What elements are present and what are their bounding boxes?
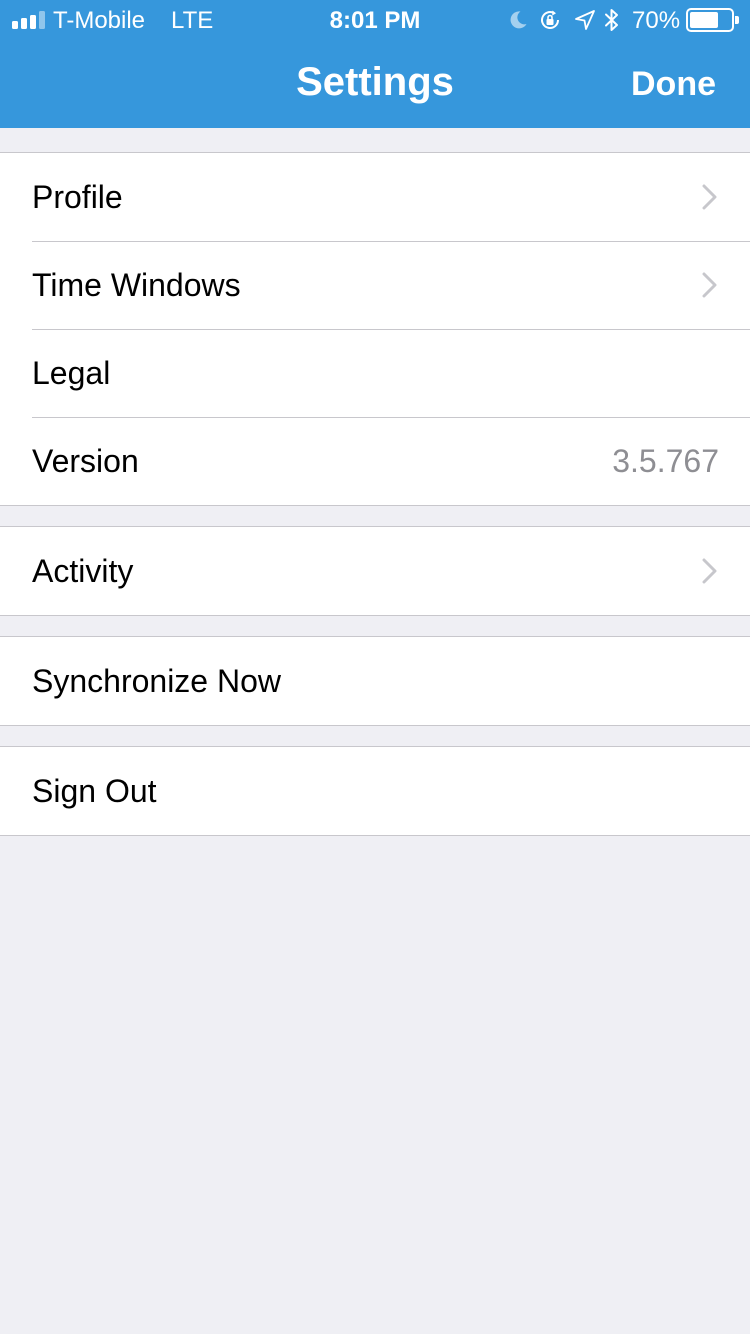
row-label: Time Windows — [32, 267, 241, 303]
synchronize-now-button[interactable]: Synchronize Now — [0, 637, 750, 725]
settings-row-version: Version 3.5.767 — [0, 417, 750, 505]
version-value: 3.5.767 — [612, 443, 719, 479]
chevron-right-icon — [702, 272, 717, 298]
navigation-bar: Settings Done — [0, 40, 750, 128]
row-label: Synchronize Now — [32, 663, 281, 699]
bluetooth-icon — [605, 9, 618, 31]
settings-row-legal[interactable]: Legal — [0, 329, 750, 417]
settings-group-sync: Synchronize Now — [0, 636, 750, 726]
settings-row-time-windows[interactable]: Time Windows — [0, 241, 750, 329]
location-icon — [575, 10, 595, 30]
status-bar: T-Mobile LTE 8:01 PM 70% — [0, 0, 750, 40]
battery-level-fill — [690, 12, 718, 28]
battery-icon — [686, 8, 740, 32]
row-label: Version — [32, 443, 139, 479]
chevron-right-icon — [702, 184, 717, 210]
row-label: Sign Out — [32, 773, 157, 809]
settings-group-activity: Activity — [0, 526, 750, 616]
settings-group-account: Sign Out — [0, 746, 750, 836]
battery-body — [686, 8, 734, 32]
sign-out-button[interactable]: Sign Out — [0, 747, 750, 835]
battery-tip — [735, 16, 739, 24]
settings-group-general: Profile Time Windows Legal Version 3.5.7… — [0, 152, 750, 506]
row-label: Profile — [32, 179, 123, 215]
row-label: Legal — [32, 355, 111, 391]
settings-row-activity[interactable]: Activity — [0, 527, 750, 615]
settings-screen: T-Mobile LTE 8:01 PM 70% Settings Done P… — [0, 0, 750, 1334]
row-label: Activity — [32, 553, 134, 589]
settings-row-profile[interactable]: Profile — [0, 153, 750, 241]
done-button[interactable]: Done — [631, 62, 716, 106]
header: T-Mobile LTE 8:01 PM 70% Settings Done — [0, 0, 750, 128]
moon-icon — [510, 11, 527, 29]
rotation-lock-icon — [541, 10, 560, 29]
battery-percent: 70% — [632, 7, 681, 34]
chevron-right-icon — [702, 558, 717, 584]
